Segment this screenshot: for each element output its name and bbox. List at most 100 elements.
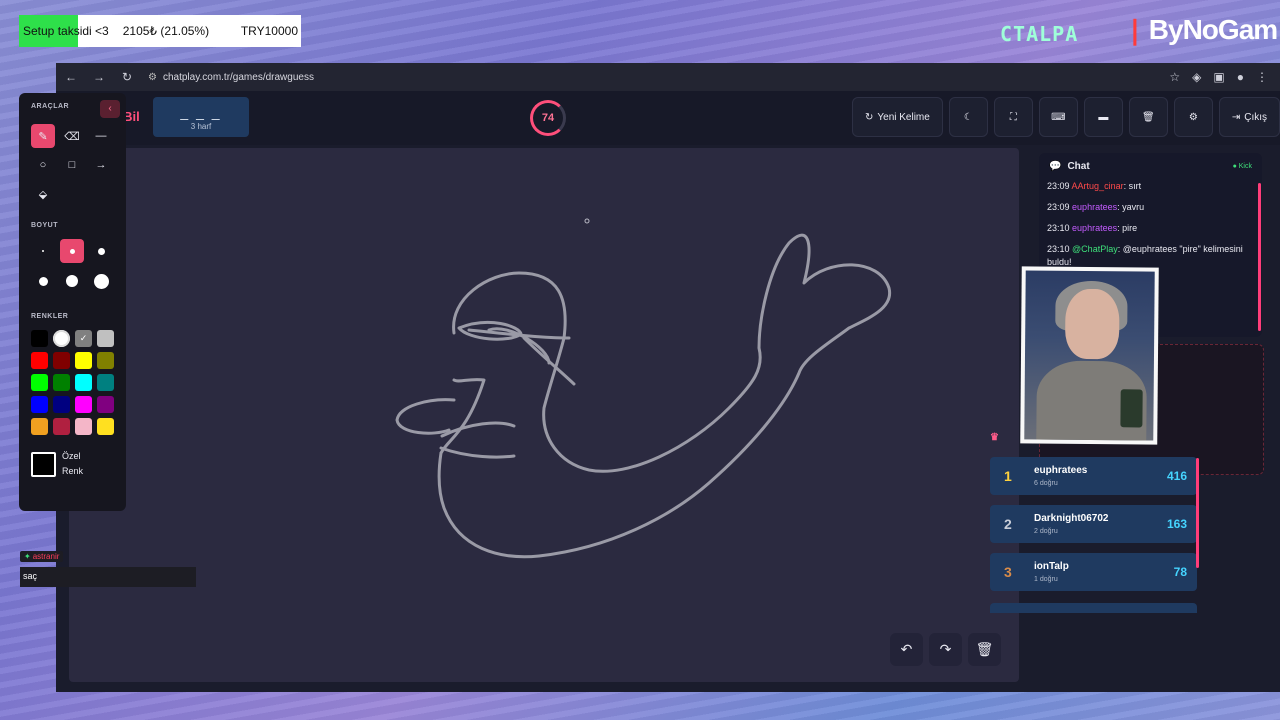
color-swatch[interactable] — [97, 330, 114, 347]
delete-button[interactable]: 🗑 — [1128, 97, 1168, 137]
size-xs[interactable] — [31, 239, 55, 263]
color-swatch[interactable] — [97, 374, 114, 391]
custom-color-picker[interactable]: Özel Renk — [31, 449, 114, 479]
reload-icon[interactable]: ↻ — [120, 70, 134, 84]
arrow-tool[interactable]: → — [89, 153, 113, 177]
gear-icon: ⚙ — [1188, 111, 1198, 123]
paint-bucket-icon: ⬙ — [38, 188, 48, 201]
color-swatch[interactable] — [53, 418, 70, 435]
webcam-feed — [1020, 266, 1159, 445]
forward-icon[interactable]: → — [92, 70, 106, 84]
stream-chat-username: astranir — [32, 552, 60, 561]
drawing-strokes — [395, 218, 892, 559]
color-swatch[interactable] — [53, 330, 70, 347]
url-text[interactable]: chatplay.com.tr/games/drawguess — [163, 72, 314, 83]
circle-tool[interactable]: ○ — [31, 153, 55, 177]
tool-grid: ✎ ⌫ — ○ □ → ⬙ — [31, 124, 114, 206]
undo-button[interactable]: ↶ — [890, 633, 923, 666]
leaderboard-rank: 2 — [1004, 516, 1012, 532]
stream-chat-overlay: ✦ astranir saç — [20, 546, 196, 587]
eraser-tool[interactable]: ⌫ — [60, 124, 84, 148]
keyboard-button[interactable]: ⌨ — [1038, 97, 1078, 137]
leaderboard-correct-count: 1 doğru — [1034, 576, 1058, 583]
refresh-icon: ↻ — [864, 111, 874, 123]
size-l[interactable] — [31, 269, 55, 293]
color-swatch[interactable] — [97, 352, 114, 369]
address-bar[interactable]: ⚙ chatplay.com.tr/games/drawguess — [148, 72, 1155, 83]
webcam-image — [1024, 270, 1155, 441]
line-tool[interactable]: — — [89, 124, 113, 148]
site-info-icon[interactable]: ⚙ — [148, 72, 157, 83]
size-dot — [93, 273, 109, 289]
color-swatch[interactable] — [31, 396, 48, 413]
color-swatch[interactable] — [75, 396, 92, 413]
color-swatch[interactable] — [75, 374, 92, 391]
color-swatch[interactable] — [53, 352, 70, 369]
trash-icon: 🗑 — [975, 641, 994, 657]
exit-label: Çıkış — [1244, 111, 1267, 123]
chat-username[interactable]: @ChatPlay — [1072, 244, 1118, 254]
leaderboard-scrollbar[interactable] — [1196, 458, 1199, 568]
rectangle-tool[interactable]: □ — [60, 153, 84, 177]
color-swatch-selected[interactable]: ✓ — [75, 330, 92, 347]
chat-username[interactable]: euphratees — [1072, 223, 1117, 233]
size-m[interactable] — [89, 239, 113, 263]
chat-time: 23:10 — [1047, 244, 1070, 254]
back-icon[interactable]: ← — [64, 70, 78, 84]
chat-username[interactable]: AArtug_cinar — [1072, 181, 1124, 191]
color-swatch[interactable] — [31, 330, 48, 347]
size-xl[interactable] — [60, 269, 84, 293]
moon-icon: ☾ — [963, 111, 973, 123]
chat-message: 23:10 euphratees: pire — [1047, 222, 1254, 235]
new-word-button[interactable]: ↻ Yeni Kelime — [851, 97, 943, 137]
color-swatch[interactable] — [31, 352, 48, 369]
line-icon: — — [95, 130, 107, 142]
color-swatch[interactable] — [31, 418, 48, 435]
profile-avatar-icon[interactable]: ● — [1237, 70, 1244, 84]
size-xxl[interactable] — [89, 269, 113, 293]
redo-button[interactable]: ↷ — [929, 633, 962, 666]
arrow-icon: → — [95, 159, 107, 171]
exit-button[interactable]: ⇥ Çıkış — [1218, 97, 1280, 137]
size-dot — [97, 247, 105, 255]
chat-username[interactable]: euphratees — [1072, 202, 1117, 212]
color-swatch[interactable] — [97, 396, 114, 413]
color-swatch[interactable] — [53, 374, 70, 391]
color-swatch[interactable] — [75, 352, 92, 369]
collapse-tools-button[interactable]: ‹ — [100, 100, 120, 118]
stroke-chin — [439, 446, 516, 459]
size-dot — [42, 250, 44, 252]
chat-title: Chat — [1067, 161, 1090, 172]
extensions-puzzle-icon[interactable]: ▣ — [1213, 70, 1224, 84]
color-swatch[interactable] — [97, 418, 114, 435]
settings-button[interactable]: ⚙ — [1173, 97, 1213, 137]
fullscreen-button[interactable]: ⛶ — [993, 97, 1033, 137]
dark-mode-button[interactable]: ☾ — [948, 97, 988, 137]
timer-value: 74 — [541, 112, 555, 124]
color-swatch[interactable] — [31, 374, 48, 391]
chat-scrollbar[interactable] — [1258, 183, 1261, 331]
custom-color-swatch[interactable] — [31, 451, 56, 477]
brush-tool[interactable]: ✎ — [31, 124, 55, 148]
color-swatch[interactable] — [75, 418, 92, 435]
custom-color-label: Özel Renk — [62, 451, 84, 476]
leaderboard-score: 78 — [1173, 565, 1187, 579]
extension-icon[interactable]: ◈ — [1192, 70, 1201, 84]
donation-goal-amount: 2105₺ (21.05%) — [122, 24, 210, 38]
drawing-canvas[interactable]: ↶ ↷ 🗑 — [69, 148, 1019, 682]
archive-button[interactable]: ▬ — [1083, 97, 1123, 137]
clear-canvas-button[interactable]: 🗑 — [968, 633, 1001, 666]
browser-actions: ☆ ◈ ▣ ● ⋮ — [1169, 70, 1268, 84]
color-swatch[interactable] — [53, 396, 70, 413]
chat-text: : pire — [1117, 223, 1138, 233]
eraser-icon: ⌫ — [64, 130, 80, 143]
archive-icon: ▬ — [1098, 111, 1109, 123]
word-dashes: _ _ _ — [180, 104, 222, 120]
leaderboard-crown-icon: ♛ — [990, 432, 999, 443]
badge-icon: ✦ — [24, 552, 31, 561]
redo-icon: ↷ — [939, 641, 952, 657]
size-s[interactable] — [60, 239, 84, 263]
bookmark-star-icon[interactable]: ☆ — [1169, 70, 1180, 84]
browser-menu-icon[interactable]: ⋮ — [1256, 70, 1268, 84]
fill-tool[interactable]: ⬙ — [31, 182, 55, 206]
